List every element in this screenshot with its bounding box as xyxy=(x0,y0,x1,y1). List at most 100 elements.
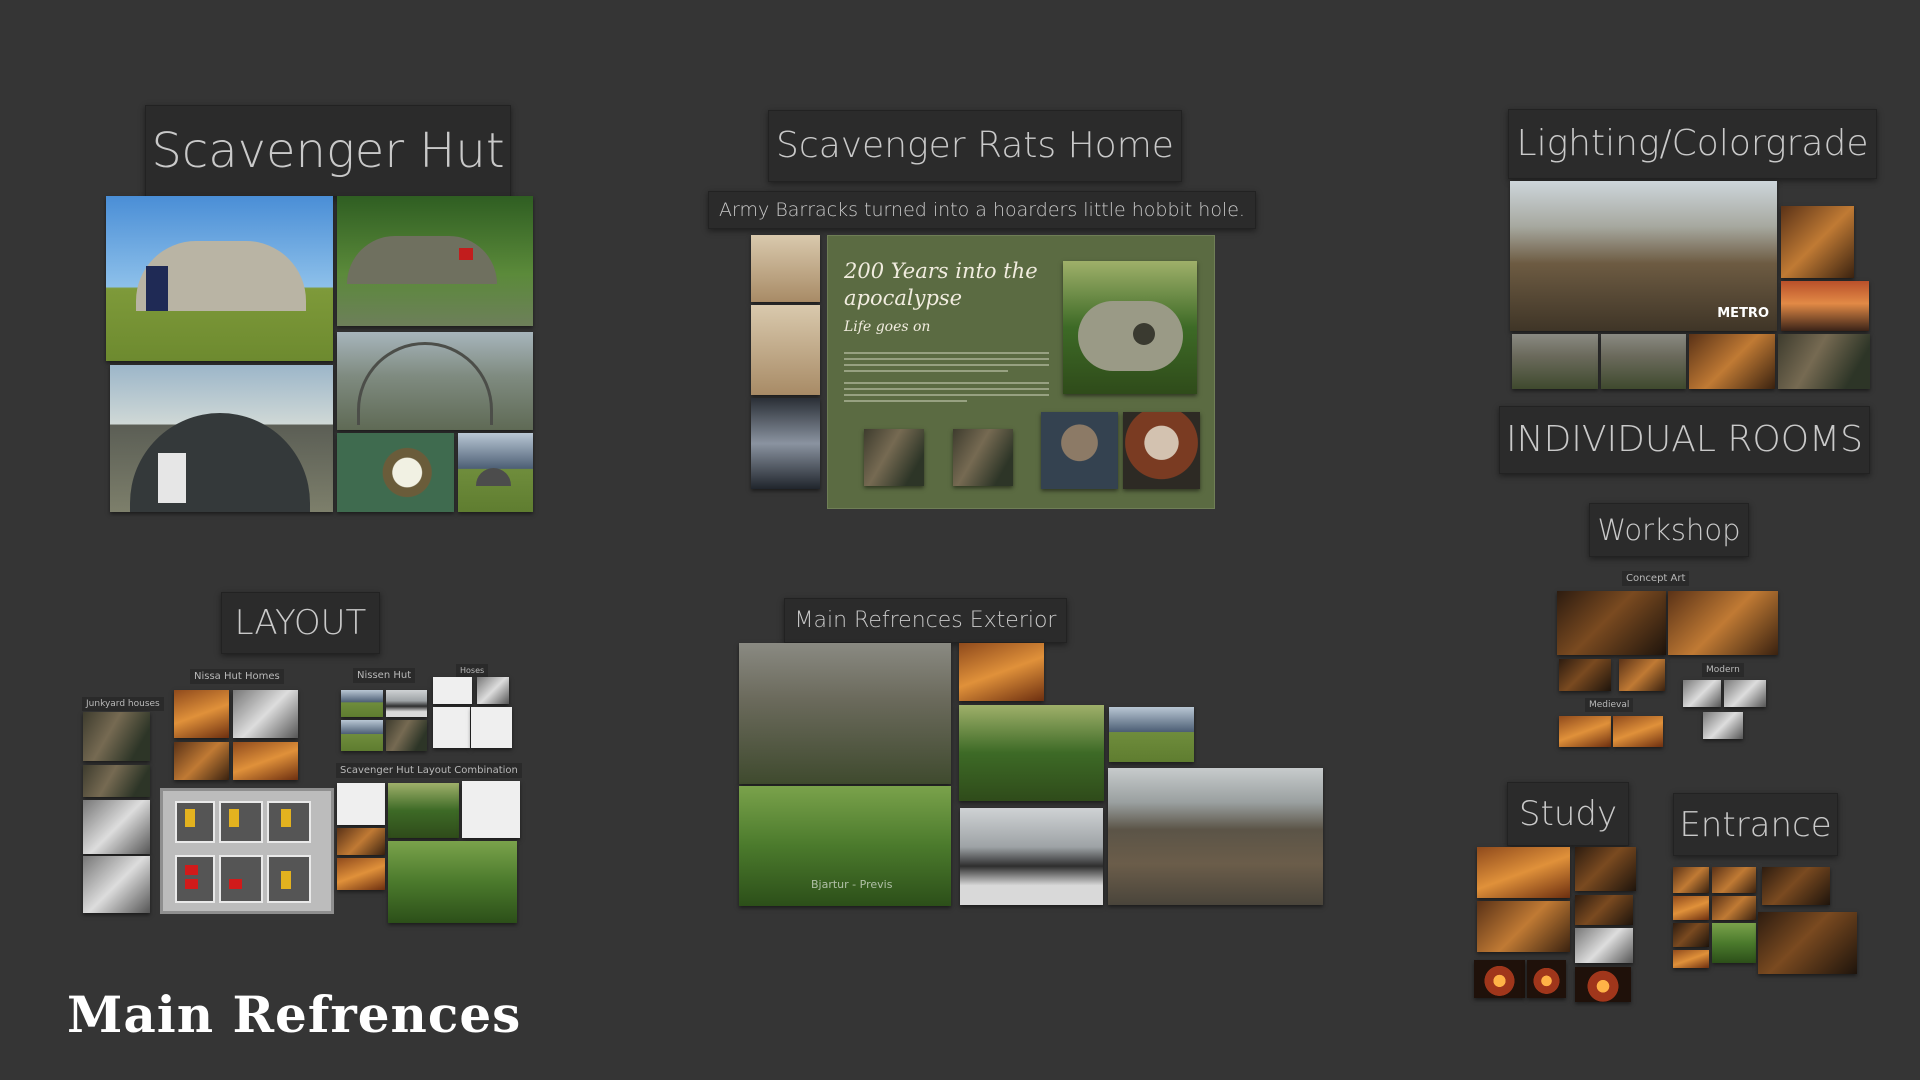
nissa-home-2[interactable] xyxy=(233,690,298,738)
junkyard-house-2[interactable] xyxy=(83,765,150,797)
exterior-snow-huts[interactable] xyxy=(960,808,1103,905)
entrance-ref-9[interactable] xyxy=(1673,950,1709,968)
workshop-concept-1[interactable] xyxy=(1557,591,1666,655)
junkyard-house-4[interactable] xyxy=(83,856,150,913)
workshop-modern-3[interactable] xyxy=(1703,712,1743,739)
exterior-aerial-factory[interactable] xyxy=(1108,768,1323,905)
layout-floor-plan[interactable] xyxy=(160,788,334,914)
study-fireplace-3[interactable] xyxy=(1575,967,1631,1002)
entrance-ref-7[interactable] xyxy=(1712,923,1756,963)
rat-knight-sculpt[interactable] xyxy=(751,398,820,489)
nissen-hut-forest-photo[interactable] xyxy=(337,196,533,326)
nissen-hut-3[interactable] xyxy=(341,720,383,751)
hut-field-photo[interactable] xyxy=(458,433,533,512)
nissen-hut-4[interactable] xyxy=(386,720,427,751)
section-title-exterior[interactable]: Main Refrences Exterior xyxy=(784,598,1067,643)
tag-concept-art: Concept Art xyxy=(1622,571,1690,586)
workshop-concept-2[interactable] xyxy=(1668,591,1778,655)
workshop-ref-3[interactable] xyxy=(1559,659,1611,691)
lighting-ref-3[interactable] xyxy=(1781,281,1869,331)
combination-ref-2[interactable] xyxy=(388,783,459,838)
study-fireplace-1[interactable] xyxy=(1474,960,1525,998)
study-ref-1[interactable] xyxy=(1477,847,1570,898)
exterior-brick-building[interactable] xyxy=(1109,707,1194,762)
workshop-modern-2[interactable] xyxy=(1724,680,1766,707)
round-window xyxy=(1133,323,1155,345)
workshop-modern-1[interactable] xyxy=(1683,680,1721,707)
ruin-scene-1[interactable] xyxy=(864,429,924,486)
lighting-ref-5[interactable] xyxy=(1601,334,1686,389)
combination-ref-4[interactable] xyxy=(337,828,385,855)
lighting-ref-2[interactable] xyxy=(1781,206,1854,278)
rat-warriors-concept[interactable] xyxy=(751,235,820,302)
combination-ref-5[interactable] xyxy=(337,858,385,890)
overgrown-hut-render[interactable] xyxy=(1063,261,1197,394)
main-references-label: Main Refrences xyxy=(67,985,522,1044)
nissen-hut-2[interactable] xyxy=(386,690,427,717)
rat-portrait-1[interactable] xyxy=(1041,412,1118,489)
nissa-home-3[interactable] xyxy=(174,742,229,780)
sign-post xyxy=(459,248,473,260)
study-ref-3[interactable] xyxy=(1477,901,1570,952)
entrance-ref-6[interactable] xyxy=(1673,923,1709,947)
combination-ref-6[interactable] xyxy=(388,841,517,923)
section-title-layout[interactable]: LAYOUT xyxy=(221,592,380,654)
metro-logo: METRO xyxy=(1717,306,1769,321)
exterior-ruins-overgrown[interactable] xyxy=(739,643,951,784)
hut-door xyxy=(146,266,168,311)
round-door-photo[interactable] xyxy=(337,433,454,512)
entrance-ref-5[interactable] xyxy=(1712,896,1756,920)
section-title-study[interactable]: Study xyxy=(1507,782,1629,846)
entrance-ref-4[interactable] xyxy=(1673,896,1709,920)
exterior-hobbit-garden[interactable] xyxy=(959,705,1104,801)
lighting-ref-6[interactable] xyxy=(1689,334,1775,389)
section-title-lighting[interactable]: Lighting/Colorgrade xyxy=(1508,109,1877,179)
hose-plan-2[interactable] xyxy=(477,677,509,704)
exterior-previs-road[interactable]: Bjartur - Previs xyxy=(739,786,951,906)
nissa-home-1[interactable] xyxy=(174,690,229,738)
workshop-medieval-2[interactable] xyxy=(1613,716,1663,747)
rats-mood-board[interactable]: 200 Years into the apocalypse Life goes … xyxy=(827,235,1215,509)
study-ref-2[interactable] xyxy=(1575,847,1636,891)
rat-archer-concept[interactable] xyxy=(751,305,820,395)
room-cell xyxy=(219,801,263,843)
ruin-scene-2[interactable] xyxy=(953,429,1013,486)
hut-shape xyxy=(476,468,511,486)
metro-town-screenshot[interactable]: METRO xyxy=(1510,181,1777,331)
hose-plan-1[interactable] xyxy=(433,677,472,704)
study-fireplace-2[interactable] xyxy=(1527,960,1566,998)
section-title-entrance[interactable]: Entrance xyxy=(1673,793,1838,856)
entrance-ref-3[interactable] xyxy=(1762,867,1830,905)
quonset-hut-photo[interactable] xyxy=(106,196,333,361)
lighting-ref-4[interactable] xyxy=(1512,334,1598,389)
rat-portrait-2[interactable] xyxy=(1123,412,1200,489)
nissen-hut-1[interactable] xyxy=(341,690,383,717)
arched-hut-photo[interactable] xyxy=(110,365,333,512)
hut-shape xyxy=(130,413,310,512)
entrance-ref-2[interactable] xyxy=(1712,867,1756,893)
junkyard-house-3[interactable] xyxy=(83,800,150,854)
study-ref-5[interactable] xyxy=(1575,928,1633,963)
entrance-ref-1[interactable] xyxy=(1673,867,1709,893)
furniture-red xyxy=(229,879,242,889)
junkyard-house-1[interactable] xyxy=(83,712,150,761)
workshop-ref-4[interactable] xyxy=(1619,659,1665,691)
greenhouse-frame-photo[interactable] xyxy=(337,332,533,430)
section-title-individual-rooms[interactable]: INDIVIDUAL ROOMS xyxy=(1499,406,1870,474)
study-ref-4[interactable] xyxy=(1575,895,1633,925)
workshop-medieval-1[interactable] xyxy=(1559,716,1611,747)
section-title-scavenger-hut[interactable]: Scavenger Hut xyxy=(145,105,511,197)
section-title-workshop[interactable]: Workshop xyxy=(1589,503,1749,557)
hose-plan-3[interactable] xyxy=(433,707,470,748)
combination-ref-1[interactable] xyxy=(337,783,385,825)
combination-ref-3[interactable] xyxy=(462,781,520,838)
nissa-home-4[interactable] xyxy=(233,742,298,780)
section-title-rats-home[interactable]: Scavenger Rats Home xyxy=(768,110,1182,182)
hose-plan-4[interactable] xyxy=(471,707,512,748)
furniture-red xyxy=(185,865,198,875)
exterior-round-door[interactable] xyxy=(959,643,1044,701)
lighting-ref-7[interactable] xyxy=(1778,334,1870,389)
furniture-yellow xyxy=(281,871,291,889)
entrance-ref-8[interactable] xyxy=(1758,912,1857,974)
rats-home-caption: Army Barracks turned into a hoarders lit… xyxy=(708,191,1256,229)
